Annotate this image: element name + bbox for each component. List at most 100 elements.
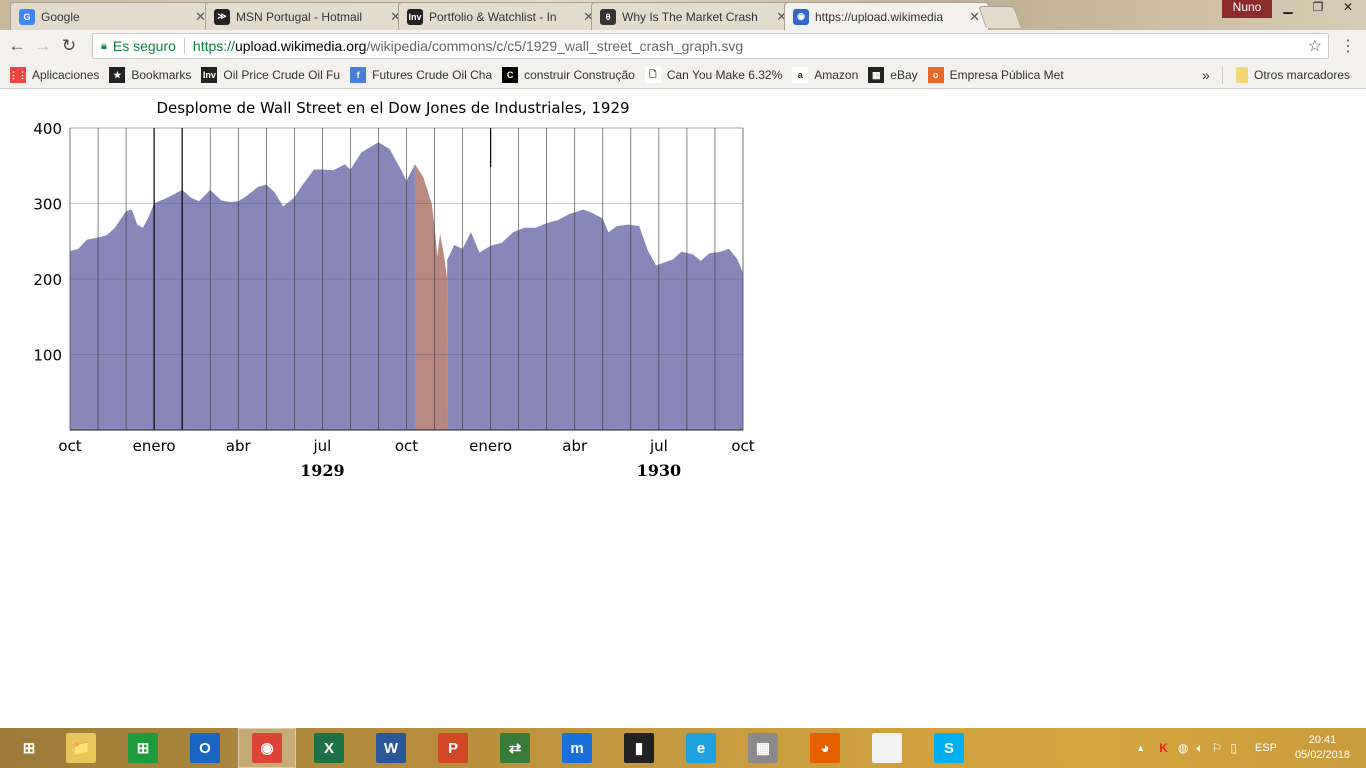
firefox-icon: ◕: [810, 733, 840, 763]
tab-msn[interactable]: ≫ MSN Portugal - Hotmail ✕: [205, 2, 410, 30]
folder-icon: [1236, 67, 1248, 83]
taskbar-maxthon[interactable]: m: [548, 728, 606, 768]
reload-button[interactable]: ↻: [56, 36, 82, 56]
taskbar-firefox[interactable]: ◕: [796, 728, 854, 768]
action-center-flag-icon[interactable]: ⚐: [1212, 741, 1223, 755]
bookmark-item[interactable]: ▦ eBay: [868, 67, 918, 83]
taskbar-calculator[interactable]: ▦: [734, 728, 792, 768]
bookmark-item[interactable]: a Amazon: [792, 67, 858, 83]
x-tick-label: abr: [226, 437, 252, 455]
taskbar: ⊞ 📁 ⊞ O ◉ X W P ⇄ m ▮ e ▦ ◕ S ▲ K ◍ 🔈︎ ⚐ ▯ ESP 20:41 0…: [0, 728, 1366, 768]
address-bar[interactable]: 🔒︎ Es seguro https:// upload.wikimedia.o…: [92, 33, 1329, 59]
tab-quora[interactable]: θ Why Is The Market Crash ✕: [591, 2, 796, 30]
amazon-icon: a: [792, 67, 809, 83]
browser-toolbar: ← → ↻ 🔒︎ Es seguro https:// upload.wikim…: [0, 30, 1366, 62]
tab-title: MSN Portugal - Hotmail: [236, 9, 363, 24]
bookmark-item[interactable]: ⋮⋮ Aplicaciones: [10, 67, 99, 83]
word-icon: W: [376, 733, 406, 763]
year-label: 1929: [300, 461, 345, 480]
y-tick-label: 200: [33, 271, 62, 289]
close-tab-icon[interactable]: ✕: [969, 9, 980, 25]
clock[interactable]: 20:41 05/02/2018: [1295, 733, 1350, 763]
excel-icon: X: [314, 733, 344, 763]
x-tick-label: oct: [731, 437, 754, 455]
new-tab-button[interactable]: [977, 6, 1023, 28]
calculator-icon: ▦: [748, 733, 778, 763]
taskbar-start-button[interactable]: ⊞: [0, 728, 58, 768]
document-icon: [872, 733, 902, 763]
bookmark-star-icon[interactable]: ☆: [1308, 36, 1322, 56]
other-bookmarks[interactable]: Otros marcadores: [1236, 67, 1350, 83]
taskbar-store[interactable]: ⊞: [114, 728, 172, 768]
taskbar-chrome[interactable]: ◉: [238, 728, 296, 768]
c-icon: C: [502, 67, 519, 83]
volume-icon[interactable]: 🔈︎: [1196, 741, 1203, 756]
windows-icon: ⊞: [22, 740, 36, 757]
taskbar-skype[interactable]: S: [920, 728, 978, 768]
y-tick-label: 400: [33, 120, 62, 138]
url-path: /wikipedia/commons/c/c5/1929_wall_street…: [366, 38, 744, 54]
taskbar-internet-explorer[interactable]: e: [672, 728, 730, 768]
language-indicator[interactable]: ESP: [1255, 742, 1277, 754]
apps-icon: ⋮⋮: [10, 67, 27, 83]
bookmarks-bar: ⋮⋮ Aplicaciones ★ Bookmarks Inv Oil Price Cru…: [0, 62, 1366, 89]
bookmark-item[interactable]: 🗋 Can You Make 6.32%: [644, 67, 782, 83]
kaspersky-icon[interactable]: K: [1159, 741, 1168, 755]
menu-icon[interactable]: ⋮: [1340, 36, 1356, 56]
y-tick-label: 300: [33, 196, 62, 214]
bookmark-item[interactable]: Cconstruir Construção: [502, 67, 635, 83]
secure-label: Es seguro: [112, 38, 176, 54]
tab-strip: G Google ✕ ≫ MSN Portugal - Hotmail ✕ Inv Portf…: [0, 0, 1366, 30]
x-tick-label: jul: [649, 437, 668, 455]
system-tray: ▲ K ◍ 🔈︎ ⚐ ▯ ESP 20:41 05/02/2018: [1136, 728, 1366, 768]
app-icon: ⇄: [500, 733, 530, 763]
bookmark-item[interactable]: Inv Oil Price Crude Oil Fu: [201, 67, 340, 83]
taskbar-powerpoint[interactable]: P: [424, 728, 482, 768]
ie-icon: e: [686, 733, 716, 763]
bookmark-item[interactable]: ★ Bookmarks: [109, 67, 191, 83]
x-tick-label: enero: [133, 437, 176, 455]
user-profile[interactable]: Nuno: [1222, 0, 1272, 18]
clock-date: 05/02/2018: [1294, 749, 1350, 761]
msn-icon: ≫: [214, 8, 230, 25]
bookmark-item[interactable]: o Empresa Pública Met: [927, 67, 1064, 83]
tab-wikimedia[interactable]: ◉ https://upload.wikimedia ✕: [784, 2, 989, 30]
battery-icon[interactable]: ▯: [1230, 741, 1237, 755]
network-globe-icon[interactable]: ◍: [1178, 741, 1188, 755]
x-tick-label: jul: [312, 437, 331, 455]
ebay-icon: ▦: [868, 67, 885, 83]
lock-icon: 🔒︎: [101, 39, 107, 52]
facebook-icon: f: [350, 67, 367, 83]
investing-icon: Inv: [407, 8, 423, 25]
taskbar-outlook[interactable]: O: [176, 728, 234, 768]
tab-title: https://upload.wikimedia: [815, 9, 944, 24]
ouro-icon: o: [927, 67, 944, 83]
y-tick-label: 100: [33, 347, 62, 365]
star-icon: ★: [109, 67, 126, 83]
back-button[interactable]: ←: [4, 36, 30, 56]
taskbar-excel[interactable]: X: [300, 728, 358, 768]
taskbar-word[interactable]: W: [362, 728, 420, 768]
bookmark-item[interactable]: f Futures Crude Oil Cha: [350, 67, 492, 83]
google-icon: G: [19, 8, 35, 25]
minimize-button[interactable]: ▁: [1274, 0, 1302, 18]
close-window-button[interactable]: ✕: [1334, 0, 1362, 18]
clock-time: 20:41: [1308, 734, 1337, 746]
tab-google[interactable]: G Google ✕: [10, 2, 215, 30]
more-bookmarks-button[interactable]: »: [1202, 67, 1210, 83]
taskbar-file[interactable]: [858, 728, 916, 768]
taskbar-chart-app[interactable]: ▮: [610, 728, 668, 768]
wall-street-crash-chart: Desplome de Wall Street en el Dow Jones …: [33, 99, 754, 480]
powerpoint-icon: P: [438, 733, 468, 763]
maxthon-icon: m: [562, 733, 592, 763]
restore-button[interactable]: ❐: [1304, 0, 1332, 18]
folder-icon: 📁: [66, 733, 96, 763]
taskbar-file-explorer[interactable]: 📁: [52, 728, 110, 768]
chrome-icon: ◉: [252, 733, 282, 763]
forward-button[interactable]: →: [30, 36, 56, 56]
show-hidden-icons-icon[interactable]: ▲: [1136, 743, 1145, 753]
taskbar-green-app[interactable]: ⇄: [486, 728, 544, 768]
x-tick-label: oct: [58, 437, 81, 455]
investing-icon: Inv: [201, 67, 218, 83]
tab-investing[interactable]: Inv Portfolio & Watchlist - In ✕: [398, 2, 603, 30]
